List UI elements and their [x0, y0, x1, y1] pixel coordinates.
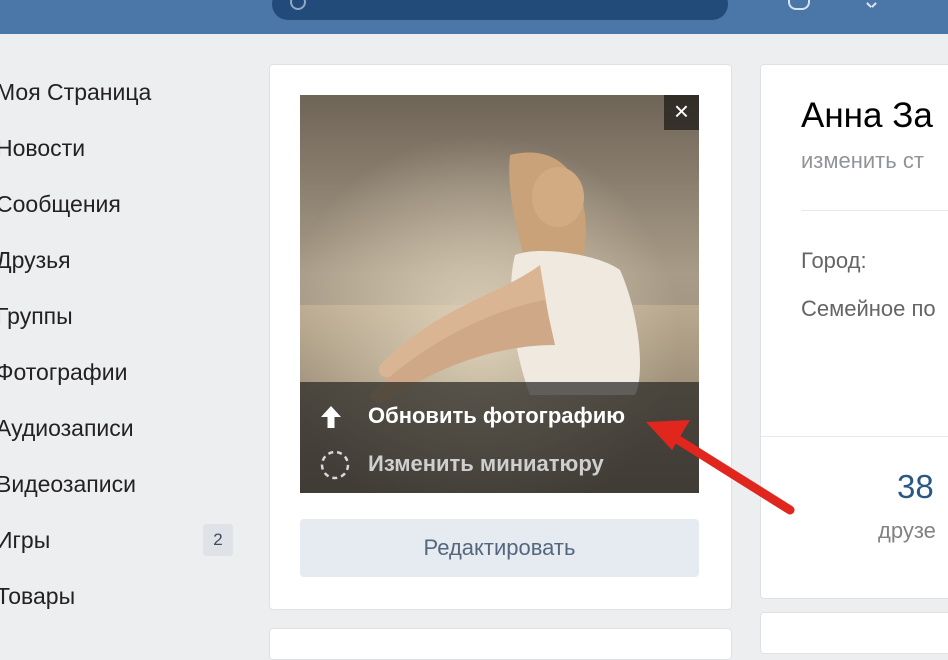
sidebar-item-label: Новости: [0, 135, 86, 161]
sidebar-item-label: Фотографии: [0, 359, 128, 385]
games-counter-badge: 2: [203, 524, 233, 556]
divider: [801, 210, 948, 211]
change-thumbnail-button[interactable]: Изменить миниатюру: [320, 444, 604, 484]
sidebar-item-label: Аудиозаписи: [0, 415, 134, 441]
sidebar-item-label: Видеозаписи: [0, 471, 136, 497]
sidebar-item-my-page[interactable]: Моя Страница: [0, 64, 250, 120]
divider: [761, 436, 948, 437]
update-photo-label: Обновить фотографию: [368, 403, 626, 428]
change-thumbnail-label: Изменить миниатюру: [368, 451, 604, 476]
search-input[interactable]: [272, 0, 728, 20]
sidebar-item-audio[interactable]: Аудиозаписи: [0, 400, 250, 456]
upload-arrow-icon: [320, 405, 350, 429]
sidebar-item-video[interactable]: Видеозаписи: [0, 456, 250, 512]
dashed-circle-icon: [320, 450, 350, 480]
card-below-right: [760, 612, 948, 654]
sidebar-item-goods[interactable]: Товары: [0, 568, 250, 624]
card-below: [269, 628, 732, 660]
photo-actions-overlay: Обновить фотографию Изменить миниатюру: [300, 382, 699, 493]
sidebar-item-games[interactable]: Игры 2: [0, 512, 250, 568]
top-bar: [0, 0, 948, 34]
profile-name: Анна За: [801, 96, 933, 135]
friends-count[interactable]: 38: [897, 468, 934, 506]
friends-count-label[interactable]: друзе: [878, 518, 936, 544]
sidebar-item-label: Моя Страница: [0, 79, 152, 105]
chevron-down-icon[interactable]: [866, 0, 882, 6]
sidebar-item-groups[interactable]: Группы: [0, 288, 250, 344]
sidebar-menu: Моя Страница Новости Сообщения Друзья Гр…: [0, 64, 250, 624]
edit-profile-button[interactable]: Редактировать: [300, 519, 699, 577]
sidebar-item-friends[interactable]: Друзья: [0, 232, 250, 288]
search-icon: [290, 0, 306, 10]
sidebar-item-photos[interactable]: Фотографии: [0, 344, 250, 400]
notifications-icon[interactable]: [788, 0, 810, 10]
profile-photo[interactable]: × Обновить фотографию Изменить миниатюру: [300, 95, 699, 493]
change-status-link[interactable]: изменить ст: [801, 148, 924, 174]
sidebar-item-news[interactable]: Новости: [0, 120, 250, 176]
sidebar-item-label: Игры: [0, 527, 51, 553]
sidebar-item-label: Группы: [0, 303, 73, 329]
sidebar-item-label: Друзья: [0, 247, 71, 273]
family-status-label: Семейное по: [801, 296, 936, 321]
sidebar-item-label: Сообщения: [0, 191, 121, 217]
close-icon[interactable]: ×: [664, 95, 699, 130]
city-label: Город:: [801, 248, 867, 273]
sidebar-item-messages[interactable]: Сообщения: [0, 176, 250, 232]
update-photo-button[interactable]: Обновить фотографию: [320, 396, 625, 436]
sidebar-item-label: Товары: [0, 583, 76, 609]
